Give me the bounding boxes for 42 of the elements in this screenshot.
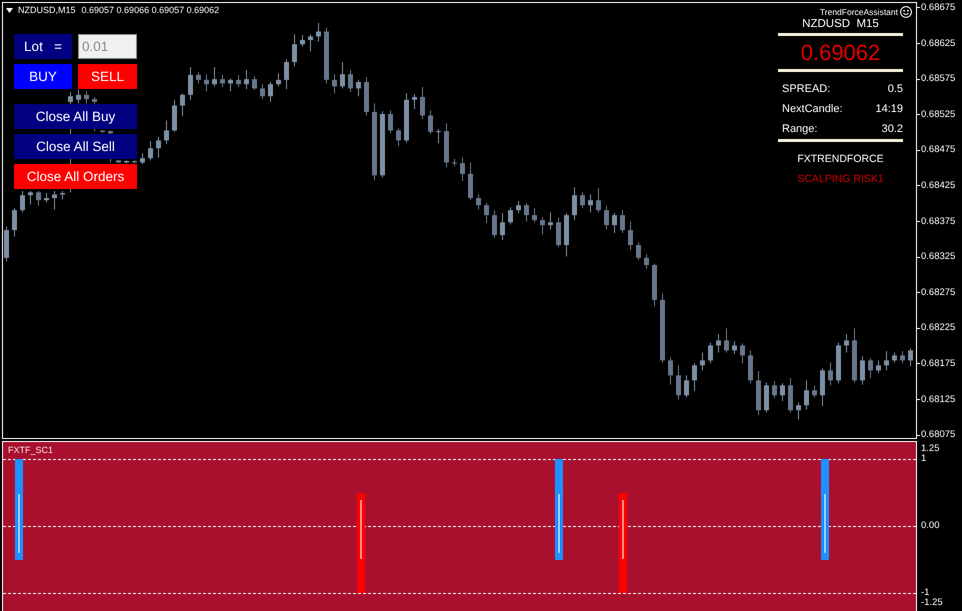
price-axis-label: 0.68475 (921, 144, 956, 156)
stat-label: SPREAD: (782, 82, 830, 97)
candlestick (436, 129, 441, 144)
stat-value: 0.5 (888, 82, 903, 97)
current-price: 0.69062 (800, 40, 882, 66)
chart-symbol: NZDUSD,M15 (18, 4, 76, 16)
stat-label: NextCandle: (782, 102, 843, 117)
close-all-orders-button[interactable]: Close All Orders (14, 164, 137, 189)
indicator-scale-label: 0.00 (920, 521, 940, 531)
smiley-icon (900, 6, 912, 18)
stat-value: 30.2 (882, 122, 903, 137)
price-axis-label: 0.68125 (921, 394, 956, 406)
product-name: FXTRENDFORCE (796, 152, 885, 166)
sell-button[interactable]: SELL (78, 64, 137, 89)
price-axis-label: 0.68375 (921, 216, 956, 228)
price-axis-label: 0.68525 (921, 108, 956, 121)
indicator-scale-label: 1.25 (920, 444, 940, 454)
close-all-buy-button[interactable]: Close All Buy (14, 104, 137, 129)
assistant-name: TrendForceAssistant (820, 6, 898, 18)
price-axis-label: 0.68175 (921, 358, 956, 370)
price-axis-label: 0.68575 (921, 73, 956, 86)
indicator-scale-label: -1.25 (920, 598, 943, 608)
price-axis-label: 0.68675 (921, 2, 956, 14)
price-axis-label: 0.68425 (921, 180, 956, 192)
price-axis-label: 0.68225 (921, 322, 956, 334)
lot-label: Lot = (14, 34, 72, 59)
price-axis-label: 0.68625 (921, 38, 956, 50)
price-axis-label: 0.68325 (921, 251, 956, 264)
indicator-title: FXTF_SC1 (8, 445, 54, 455)
chart-quote: 0.69057 0.69066 0.69057 0.69062 (82, 4, 220, 16)
caret-icon[interactable] (6, 8, 13, 12)
lot-input-field[interactable]: 0.01 (78, 34, 137, 59)
buy-button[interactable]: BUY (14, 64, 72, 89)
symbol-timeframe: NZDUSD M15 (801, 17, 880, 31)
stat-label: Range: (782, 122, 818, 137)
price-axis-label: 0.68075 (921, 429, 956, 440)
mode-label: SCALPING RISK1 (796, 172, 885, 186)
price-axis-label: 0.68275 (921, 286, 956, 299)
indicator-scale-label: 1 (920, 454, 926, 464)
stat-value: 14:19 (875, 102, 903, 117)
close-all-sell-button[interactable]: Close All Sell (14, 134, 137, 159)
indicator-scale-label: -1 (920, 588, 930, 598)
